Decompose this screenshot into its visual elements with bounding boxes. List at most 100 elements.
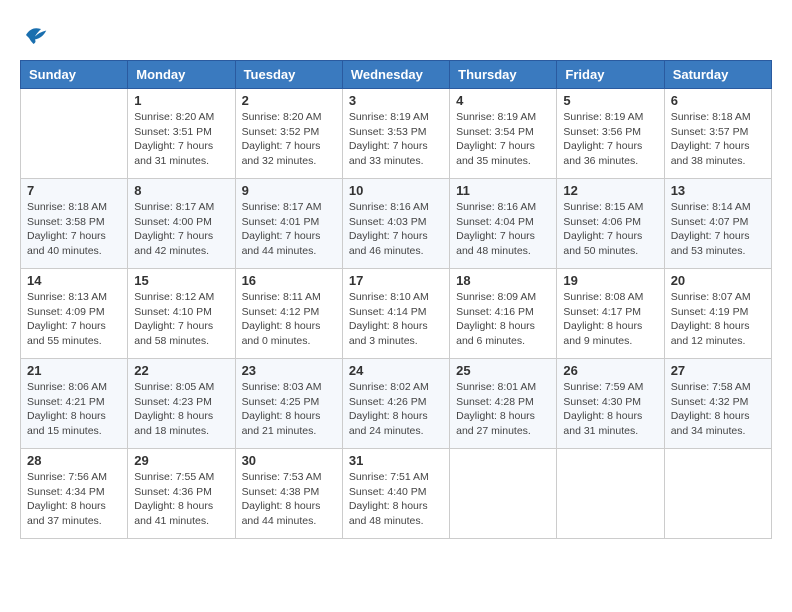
day-info: Sunrise: 8:11 AM Sunset: 4:12 PM Dayligh…	[242, 290, 336, 349]
calendar-day-5: 5 Sunrise: 8:19 AM Sunset: 3:56 PM Daylig…	[557, 89, 664, 179]
day-number: 1	[134, 93, 228, 108]
calendar-day-25: 25 Sunrise: 8:01 AM Sunset: 4:28 PM Dayli…	[450, 359, 557, 449]
calendar-day-23: 23 Sunrise: 8:03 AM Sunset: 4:25 PM Dayli…	[235, 359, 342, 449]
calendar-day-20: 20 Sunrise: 8:07 AM Sunset: 4:19 PM Dayli…	[664, 269, 771, 359]
day-info: Sunrise: 8:03 AM Sunset: 4:25 PM Dayligh…	[242, 380, 336, 439]
day-info: Sunrise: 8:19 AM Sunset: 3:54 PM Dayligh…	[456, 110, 550, 169]
day-info: Sunrise: 8:20 AM Sunset: 3:51 PM Dayligh…	[134, 110, 228, 169]
day-number: 20	[671, 273, 765, 288]
day-info: Sunrise: 8:18 AM Sunset: 3:57 PM Dayligh…	[671, 110, 765, 169]
logo	[20, 20, 54, 50]
day-number: 17	[349, 273, 443, 288]
day-number: 26	[563, 363, 657, 378]
day-number: 8	[134, 183, 228, 198]
calendar-day-10: 10 Sunrise: 8:16 AM Sunset: 4:03 PM Dayli…	[342, 179, 449, 269]
calendar-week-row: 28 Sunrise: 7:56 AM Sunset: 4:34 PM Dayli…	[21, 449, 772, 539]
calendar-empty-cell	[21, 89, 128, 179]
day-info: Sunrise: 8:17 AM Sunset: 4:01 PM Dayligh…	[242, 200, 336, 259]
day-number: 31	[349, 453, 443, 468]
calendar-day-24: 24 Sunrise: 8:02 AM Sunset: 4:26 PM Dayli…	[342, 359, 449, 449]
day-info: Sunrise: 8:16 AM Sunset: 4:04 PM Dayligh…	[456, 200, 550, 259]
calendar-day-8: 8 Sunrise: 8:17 AM Sunset: 4:00 PM Daylig…	[128, 179, 235, 269]
calendar-day-19: 19 Sunrise: 8:08 AM Sunset: 4:17 PM Dayli…	[557, 269, 664, 359]
calendar-day-11: 11Sunrise: 8:16 AM Sunset: 4:04 PM Dayli…	[450, 179, 557, 269]
day-info: Sunrise: 8:08 AM Sunset: 4:17 PM Dayligh…	[563, 290, 657, 349]
day-info: Sunrise: 7:56 AM Sunset: 4:34 PM Dayligh…	[27, 470, 121, 529]
day-info: Sunrise: 8:19 AM Sunset: 3:56 PM Dayligh…	[563, 110, 657, 169]
day-number: 14	[27, 273, 121, 288]
day-number: 24	[349, 363, 443, 378]
calendar-empty-cell	[557, 449, 664, 539]
calendar-day-9: 9Sunrise: 8:17 AM Sunset: 4:01 PM Daylig…	[235, 179, 342, 269]
day-info: Sunrise: 8:14 AM Sunset: 4:07 PM Dayligh…	[671, 200, 765, 259]
day-number: 7	[27, 183, 121, 198]
calendar-day-13: 13 Sunrise: 8:14 AM Sunset: 4:07 PM Dayli…	[664, 179, 771, 269]
day-number: 28	[27, 453, 121, 468]
day-info: Sunrise: 7:53 AM Sunset: 4:38 PM Dayligh…	[242, 470, 336, 529]
calendar-day-2: 2 Sunrise: 8:20 AM Sunset: 3:52 PM Daylig…	[235, 89, 342, 179]
day-number: 5	[563, 93, 657, 108]
day-number: 13	[671, 183, 765, 198]
day-number: 21	[27, 363, 121, 378]
day-number: 25	[456, 363, 550, 378]
day-number: 19	[563, 273, 657, 288]
weekday-header-row: SundayMondayTuesdayWednesdayThursdayFrid…	[21, 61, 772, 89]
day-info: Sunrise: 8:01 AM Sunset: 4:28 PM Dayligh…	[456, 380, 550, 439]
calendar-day-22: 22Sunrise: 8:05 AM Sunset: 4:23 PM Dayli…	[128, 359, 235, 449]
day-info: Sunrise: 8:13 AM Sunset: 4:09 PM Dayligh…	[27, 290, 121, 349]
calendar-day-7: 7 Sunrise: 8:18 AM Sunset: 3:58 PM Daylig…	[21, 179, 128, 269]
weekday-header-saturday: Saturday	[664, 61, 771, 89]
calendar-day-29: 29 Sunrise: 7:55 AM Sunset: 4:36 PM Dayli…	[128, 449, 235, 539]
calendar-table: SundayMondayTuesdayWednesdayThursdayFrid…	[20, 60, 772, 539]
day-info: Sunrise: 8:15 AM Sunset: 4:06 PM Dayligh…	[563, 200, 657, 259]
day-number: 10	[349, 183, 443, 198]
day-number: 12	[563, 183, 657, 198]
calendar-day-27: 27 Sunrise: 7:58 AM Sunset: 4:32 PM Dayli…	[664, 359, 771, 449]
day-info: Sunrise: 8:20 AM Sunset: 3:52 PM Dayligh…	[242, 110, 336, 169]
calendar-day-6: 6Sunrise: 8:18 AM Sunset: 3:57 PM Daylig…	[664, 89, 771, 179]
calendar-week-row: 21 Sunrise: 8:06 AM Sunset: 4:21 PM Dayli…	[21, 359, 772, 449]
day-info: Sunrise: 8:17 AM Sunset: 4:00 PM Dayligh…	[134, 200, 228, 259]
weekday-header-monday: Monday	[128, 61, 235, 89]
day-info: Sunrise: 8:19 AM Sunset: 3:53 PM Dayligh…	[349, 110, 443, 169]
day-info: Sunrise: 7:58 AM Sunset: 4:32 PM Dayligh…	[671, 380, 765, 439]
day-number: 30	[242, 453, 336, 468]
calendar-day-18: 18Sunrise: 8:09 AM Sunset: 4:16 PM Dayli…	[450, 269, 557, 359]
calendar-day-31: 31Sunrise: 7:51 AM Sunset: 4:40 PM Dayli…	[342, 449, 449, 539]
day-number: 18	[456, 273, 550, 288]
calendar-day-15: 15Sunrise: 8:12 AM Sunset: 4:10 PM Dayli…	[128, 269, 235, 359]
calendar-empty-cell	[664, 449, 771, 539]
day-info: Sunrise: 8:05 AM Sunset: 4:23 PM Dayligh…	[134, 380, 228, 439]
day-info: Sunrise: 8:02 AM Sunset: 4:26 PM Dayligh…	[349, 380, 443, 439]
calendar-week-row: 14 Sunrise: 8:13 AM Sunset: 4:09 PM Dayli…	[21, 269, 772, 359]
calendar-day-28: 28 Sunrise: 7:56 AM Sunset: 4:34 PM Dayli…	[21, 449, 128, 539]
calendar-day-26: 26Sunrise: 7:59 AM Sunset: 4:30 PM Dayli…	[557, 359, 664, 449]
day-info: Sunrise: 8:07 AM Sunset: 4:19 PM Dayligh…	[671, 290, 765, 349]
calendar-day-21: 21 Sunrise: 8:06 AM Sunset: 4:21 PM Dayli…	[21, 359, 128, 449]
calendar-day-14: 14 Sunrise: 8:13 AM Sunset: 4:09 PM Dayli…	[21, 269, 128, 359]
header	[20, 20, 772, 50]
day-info: Sunrise: 7:55 AM Sunset: 4:36 PM Dayligh…	[134, 470, 228, 529]
calendar-day-3: 3Sunrise: 8:19 AM Sunset: 3:53 PM Daylig…	[342, 89, 449, 179]
calendar-day-16: 16 Sunrise: 8:11 AM Sunset: 4:12 PM Dayli…	[235, 269, 342, 359]
calendar-day-17: 17 Sunrise: 8:10 AM Sunset: 4:14 PM Dayli…	[342, 269, 449, 359]
calendar-day-30: 30 Sunrise: 7:53 AM Sunset: 4:38 PM Dayli…	[235, 449, 342, 539]
logo-bird-icon	[20, 20, 50, 50]
weekday-header-tuesday: Tuesday	[235, 61, 342, 89]
day-info: Sunrise: 8:10 AM Sunset: 4:14 PM Dayligh…	[349, 290, 443, 349]
weekday-header-friday: Friday	[557, 61, 664, 89]
calendar-day-4: 4Sunrise: 8:19 AM Sunset: 3:54 PM Daylig…	[450, 89, 557, 179]
day-number: 23	[242, 363, 336, 378]
calendar-day-12: 12 Sunrise: 8:15 AM Sunset: 4:06 PM Dayli…	[557, 179, 664, 269]
day-info: Sunrise: 8:06 AM Sunset: 4:21 PM Dayligh…	[27, 380, 121, 439]
weekday-header-thursday: Thursday	[450, 61, 557, 89]
weekday-header-sunday: Sunday	[21, 61, 128, 89]
weekday-header-wednesday: Wednesday	[342, 61, 449, 89]
day-number: 27	[671, 363, 765, 378]
day-number: 16	[242, 273, 336, 288]
day-number: 29	[134, 453, 228, 468]
day-info: Sunrise: 8:18 AM Sunset: 3:58 PM Dayligh…	[27, 200, 121, 259]
day-number: 15	[134, 273, 228, 288]
day-info: Sunrise: 8:16 AM Sunset: 4:03 PM Dayligh…	[349, 200, 443, 259]
day-number: 2	[242, 93, 336, 108]
